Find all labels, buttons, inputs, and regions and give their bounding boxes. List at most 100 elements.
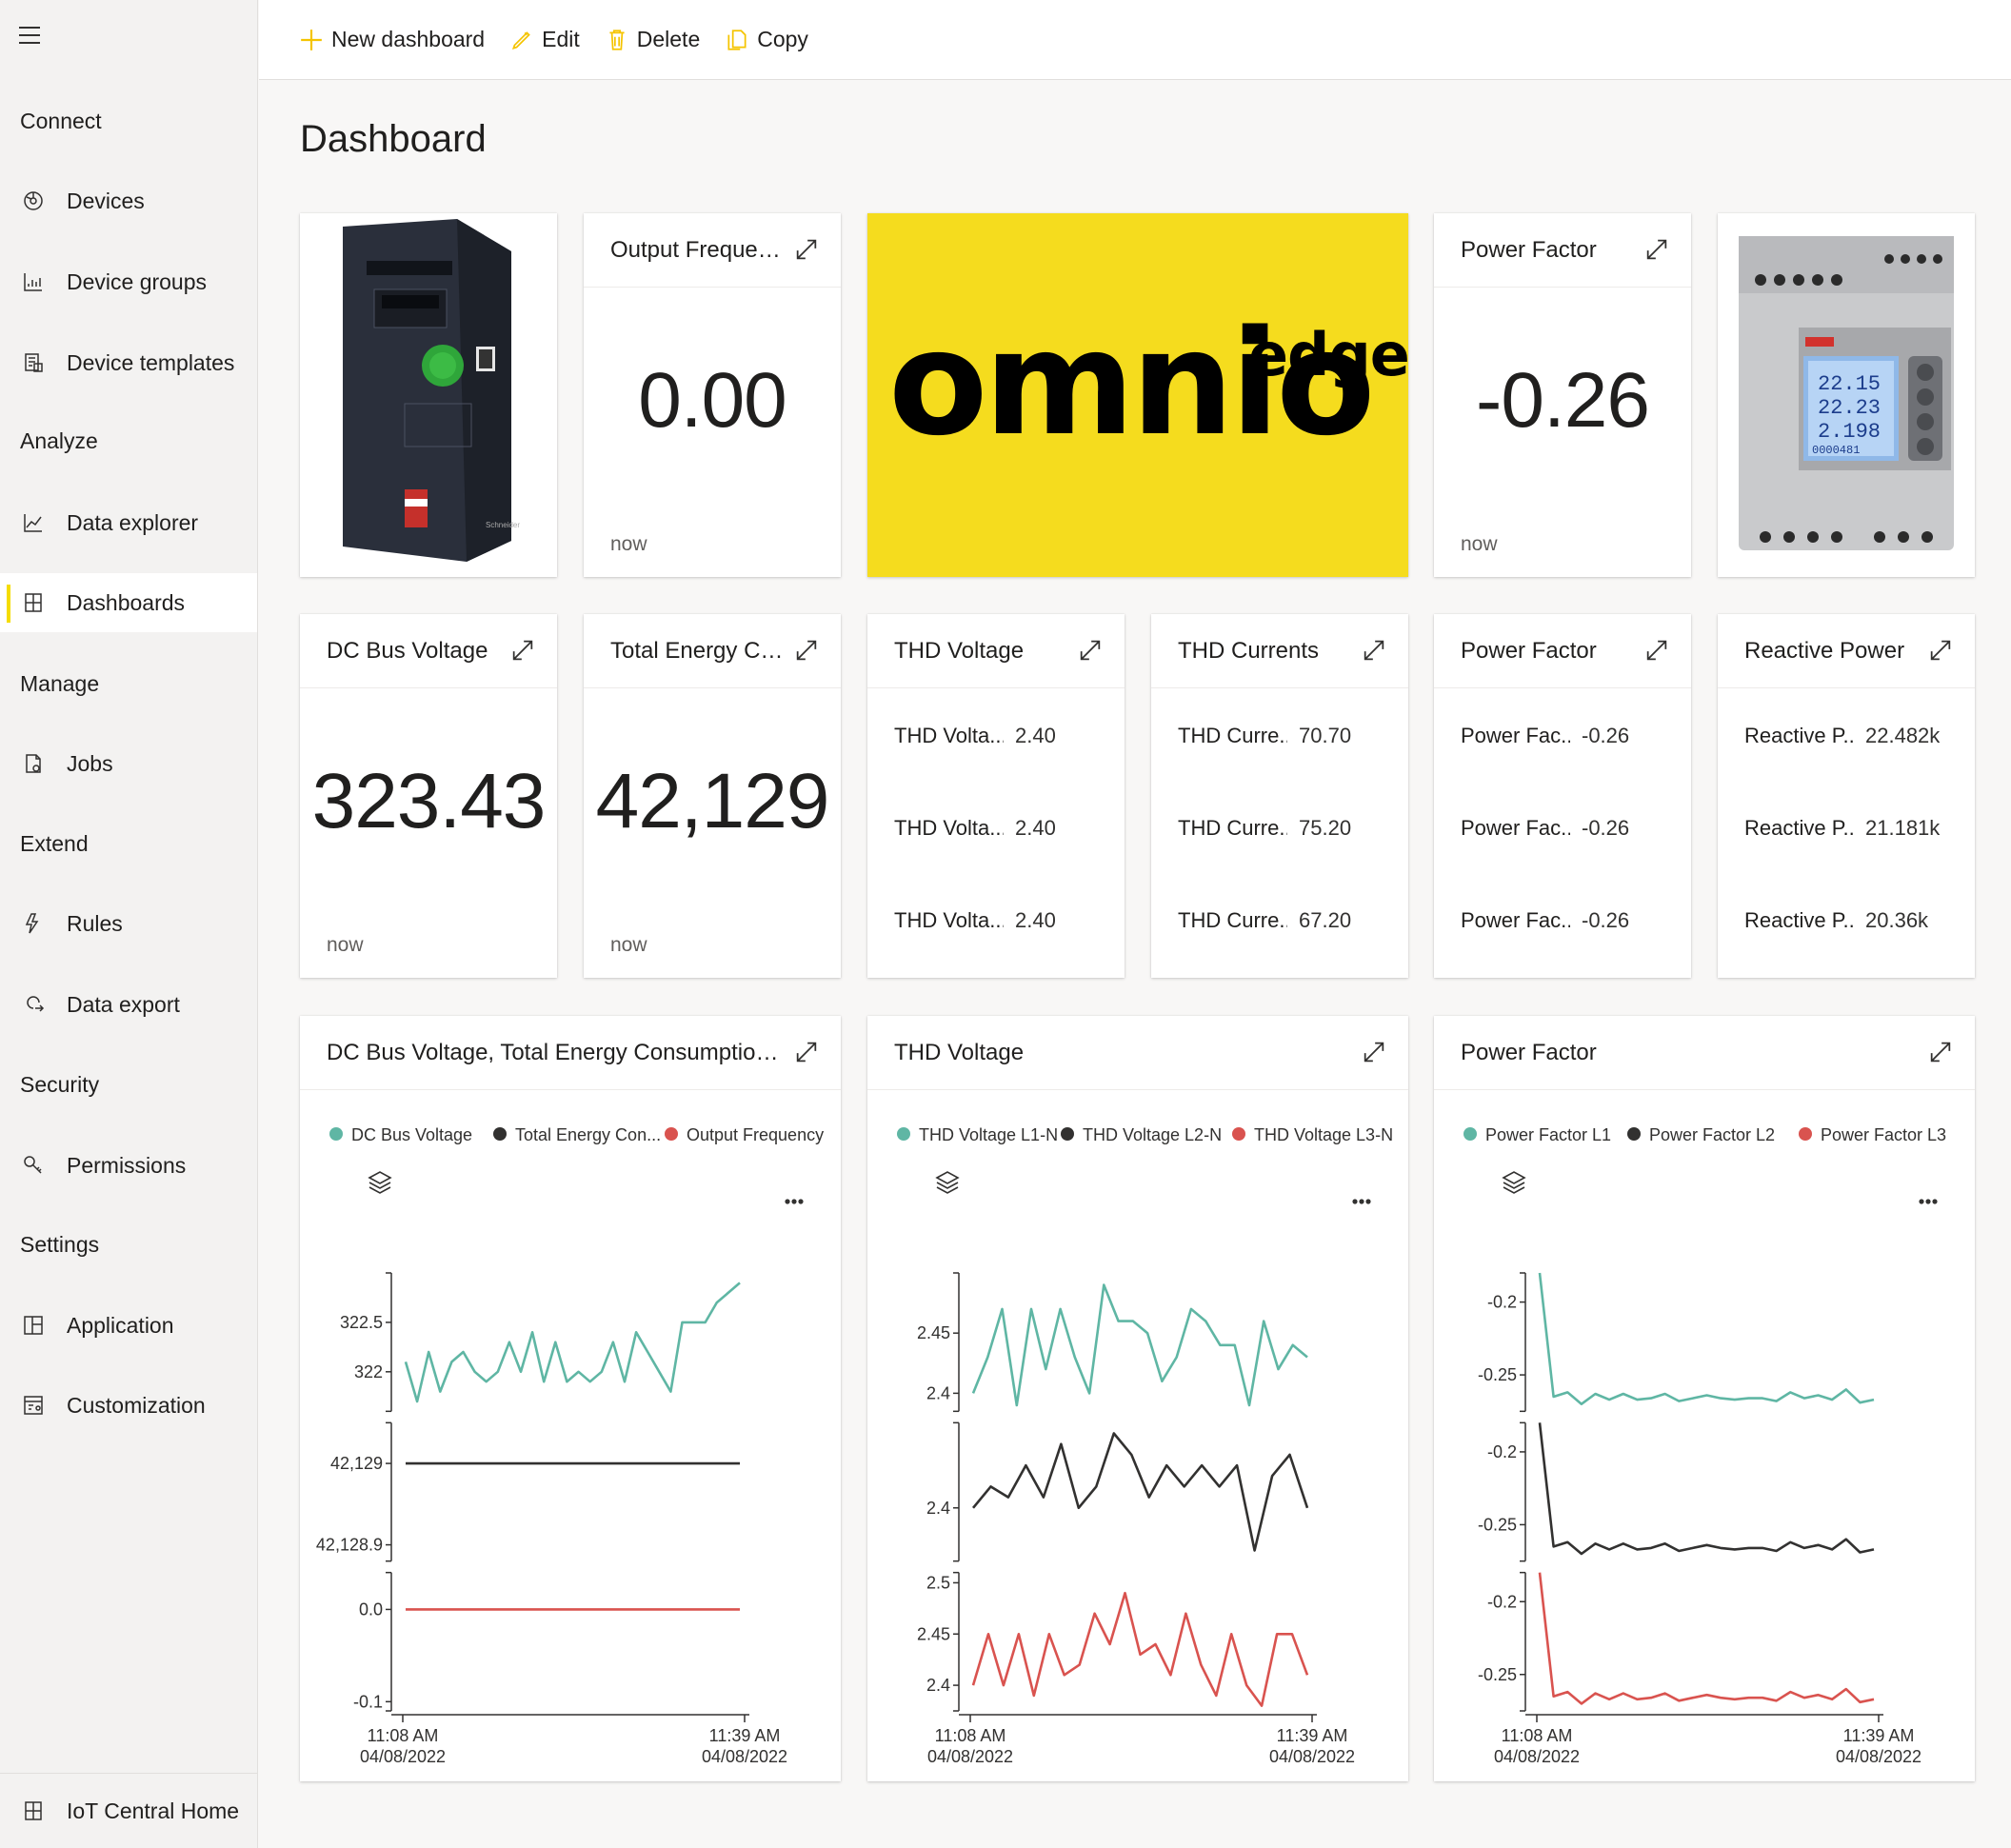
kpi-tile-power-factor[interactable]: Power Factor -0.26 now bbox=[1434, 213, 1691, 577]
y-tick-label: 42,129 bbox=[330, 1454, 383, 1473]
layers-icon[interactable] bbox=[935, 1171, 960, 1194]
expand-icon[interactable] bbox=[1927, 637, 1954, 664]
nav-item-rules[interactable]: Rules bbox=[0, 894, 257, 953]
expand-icon[interactable] bbox=[509, 637, 536, 664]
svg-text:Schneider: Schneider bbox=[486, 521, 520, 529]
expand-icon[interactable] bbox=[1077, 637, 1104, 664]
series-line[interactable] bbox=[971, 1591, 1309, 1707]
legend-item[interactable]: THD Voltage L3-N bbox=[1232, 1125, 1393, 1144]
edit-button[interactable]: Edit bbox=[509, 27, 580, 52]
layers-icon[interactable] bbox=[1502, 1171, 1526, 1194]
legend-item[interactable]: Total Energy Con... bbox=[493, 1125, 661, 1144]
legend-item[interactable]: Power Factor L1 bbox=[1463, 1125, 1611, 1144]
nav-item-data-export[interactable]: Data export bbox=[0, 975, 257, 1034]
expand-icon[interactable] bbox=[1361, 637, 1387, 664]
nav-item-application[interactable]: Application bbox=[0, 1296, 257, 1355]
list-tile-thd-voltage[interactable]: THD Voltage THD Volta... 2.40 THD Volta..… bbox=[867, 614, 1125, 978]
y-tick-label: -0.2 bbox=[1487, 1442, 1517, 1461]
nav-item-customization[interactable]: Customization bbox=[0, 1376, 257, 1435]
y-tick-label: -0.1 bbox=[353, 1692, 383, 1711]
nav-item-permissions[interactable]: Permissions bbox=[0, 1136, 257, 1195]
layers-icon[interactable] bbox=[368, 1171, 392, 1194]
nav-label: Device templates bbox=[67, 349, 235, 375]
nav-item-data-explorer[interactable]: Data explorer bbox=[0, 493, 257, 552]
series-line[interactable] bbox=[971, 1283, 1308, 1407]
energy-meter-image: 22.15 22.23 2.198 0000481 bbox=[1739, 236, 1954, 550]
drive-image-tile[interactable]: Schneider bbox=[300, 213, 557, 577]
meter-image-tile[interactable]: 22.15 22.23 2.198 0000481 bbox=[1718, 213, 1975, 577]
new-dashboard-button[interactable]: New dashboard bbox=[299, 27, 485, 52]
legend-item[interactable]: DC Bus Voltage bbox=[329, 1125, 472, 1144]
hamburger-menu-icon[interactable] bbox=[19, 27, 42, 46]
expand-icon[interactable] bbox=[793, 637, 820, 664]
expand-icon[interactable] bbox=[1643, 637, 1670, 664]
copy-icon bbox=[727, 29, 747, 50]
list-tile-reactive-power[interactable]: Reactive Power Reactive P... 22.482k Reac… bbox=[1718, 614, 1975, 978]
legend-item[interactable]: Power Factor L3 bbox=[1799, 1125, 1946, 1144]
svg-text:22.23: 22.23 bbox=[1818, 396, 1881, 420]
legend-item[interactable]: Power Factor L2 bbox=[1627, 1125, 1775, 1144]
kpi-tile-output-frequency[interactable]: Output Frequency 0.00 now bbox=[584, 213, 841, 577]
series-line[interactable] bbox=[1538, 1272, 1875, 1406]
kpi-tile-dc-bus-voltage[interactable]: DC Bus Voltage 323.43 now bbox=[300, 614, 557, 978]
nav-section-extend: Extend bbox=[20, 831, 89, 856]
nav-section-connect: Connect bbox=[20, 109, 102, 133]
y-tick-label: 2.4 bbox=[926, 1383, 950, 1402]
device-templates-icon bbox=[0, 351, 67, 374]
list-row: THD Volta... 2.40 bbox=[894, 908, 1056, 932]
edit-label: Edit bbox=[542, 27, 580, 51]
line-chart-tile-thd-voltage[interactable]: THD Voltage THD Voltage L1-N THD Voltage … bbox=[867, 1016, 1408, 1781]
legend-item[interactable]: THD Voltage L1-N bbox=[897, 1125, 1058, 1144]
y-tick-label: 2.5 bbox=[926, 1573, 950, 1592]
y-tick-label: 322.5 bbox=[340, 1313, 383, 1332]
kpi-tile-total-energy[interactable]: Total Energy Consu... 42,129 now bbox=[584, 614, 841, 978]
legend-item[interactable]: THD Voltage L2-N bbox=[1061, 1125, 1222, 1144]
nav-label: Data explorer bbox=[67, 509, 199, 535]
expand-icon[interactable] bbox=[793, 236, 820, 263]
kpi-timestamp: now bbox=[327, 934, 364, 956]
y-tick-label: -0.25 bbox=[1478, 1365, 1517, 1384]
list-tile-power-factor[interactable]: Power Factor Power Fac... -0.26 Power Fac… bbox=[1434, 614, 1691, 978]
delete-button[interactable]: Delete bbox=[605, 27, 700, 52]
line-chart-tile-drive[interactable]: DC Bus Voltage, Total Energy Consumption… bbox=[300, 1016, 841, 1781]
y-tick-label: -0.2 bbox=[1487, 1293, 1517, 1312]
x-tick-label: 04/08/2022 bbox=[927, 1747, 1013, 1766]
x-tick-label: 04/08/2022 bbox=[1836, 1747, 1921, 1766]
nav-item-device-templates[interactable]: Device templates bbox=[0, 333, 257, 392]
series-line[interactable] bbox=[404, 1282, 741, 1403]
nav-label: Permissions bbox=[67, 1152, 187, 1178]
nav-item-devices[interactable]: Devices bbox=[0, 171, 257, 230]
kpi-timestamp: now bbox=[610, 533, 647, 555]
expand-icon[interactable] bbox=[1643, 236, 1670, 263]
x-tick-label: 11:08 AM bbox=[368, 1726, 439, 1745]
logo-super: edge bbox=[1248, 320, 1410, 389]
svg-text:THD Voltage L1-N: THD Voltage L1-N bbox=[919, 1125, 1058, 1144]
variable-speed-drive-image: Schneider bbox=[343, 219, 520, 562]
customization-icon bbox=[0, 1394, 67, 1417]
kpi-timestamp: now bbox=[1461, 533, 1498, 555]
omnio-edge-logo-tile[interactable]: omnio edge bbox=[867, 213, 1410, 577]
series-line[interactable] bbox=[1538, 1422, 1875, 1556]
legend-item[interactable]: Output Frequency bbox=[665, 1125, 824, 1144]
list-row: Power Fac... -0.26 bbox=[1461, 908, 1630, 932]
nav-label: Rules bbox=[67, 910, 123, 936]
nav-item-iot-central-home[interactable]: IoT Central Home bbox=[0, 1773, 257, 1848]
list-row: THD Curre... 70.70 bbox=[1178, 724, 1352, 747]
nav-item-dashboards[interactable]: Dashboards bbox=[0, 573, 257, 632]
nav-item-device-groups[interactable]: Device groups bbox=[0, 252, 257, 311]
more-options-icon[interactable] bbox=[785, 1199, 804, 1204]
nav-item-jobs[interactable]: Jobs bbox=[0, 734, 257, 793]
new-dashboard-label: New dashboard bbox=[331, 27, 486, 51]
trash-icon bbox=[609, 29, 625, 50]
more-options-icon[interactable] bbox=[1919, 1199, 1938, 1204]
copy-button[interactable]: Copy bbox=[725, 27, 808, 52]
more-options-icon[interactable] bbox=[1352, 1199, 1371, 1204]
nav-label: Data export bbox=[67, 991, 180, 1017]
series-line[interactable] bbox=[971, 1432, 1309, 1552]
series-line[interactable] bbox=[1538, 1572, 1875, 1705]
nav-label: Jobs bbox=[67, 750, 113, 776]
pencil-icon bbox=[512, 30, 530, 50]
list-tile-thd-currents[interactable]: THD Currents THD Curre... 70.70 THD Curre… bbox=[1151, 614, 1408, 978]
nav-section-settings: Settings bbox=[20, 1232, 100, 1257]
line-chart-tile-power-factor[interactable]: Power Factor Power Factor L1 Power Factor… bbox=[1434, 1016, 1975, 1781]
